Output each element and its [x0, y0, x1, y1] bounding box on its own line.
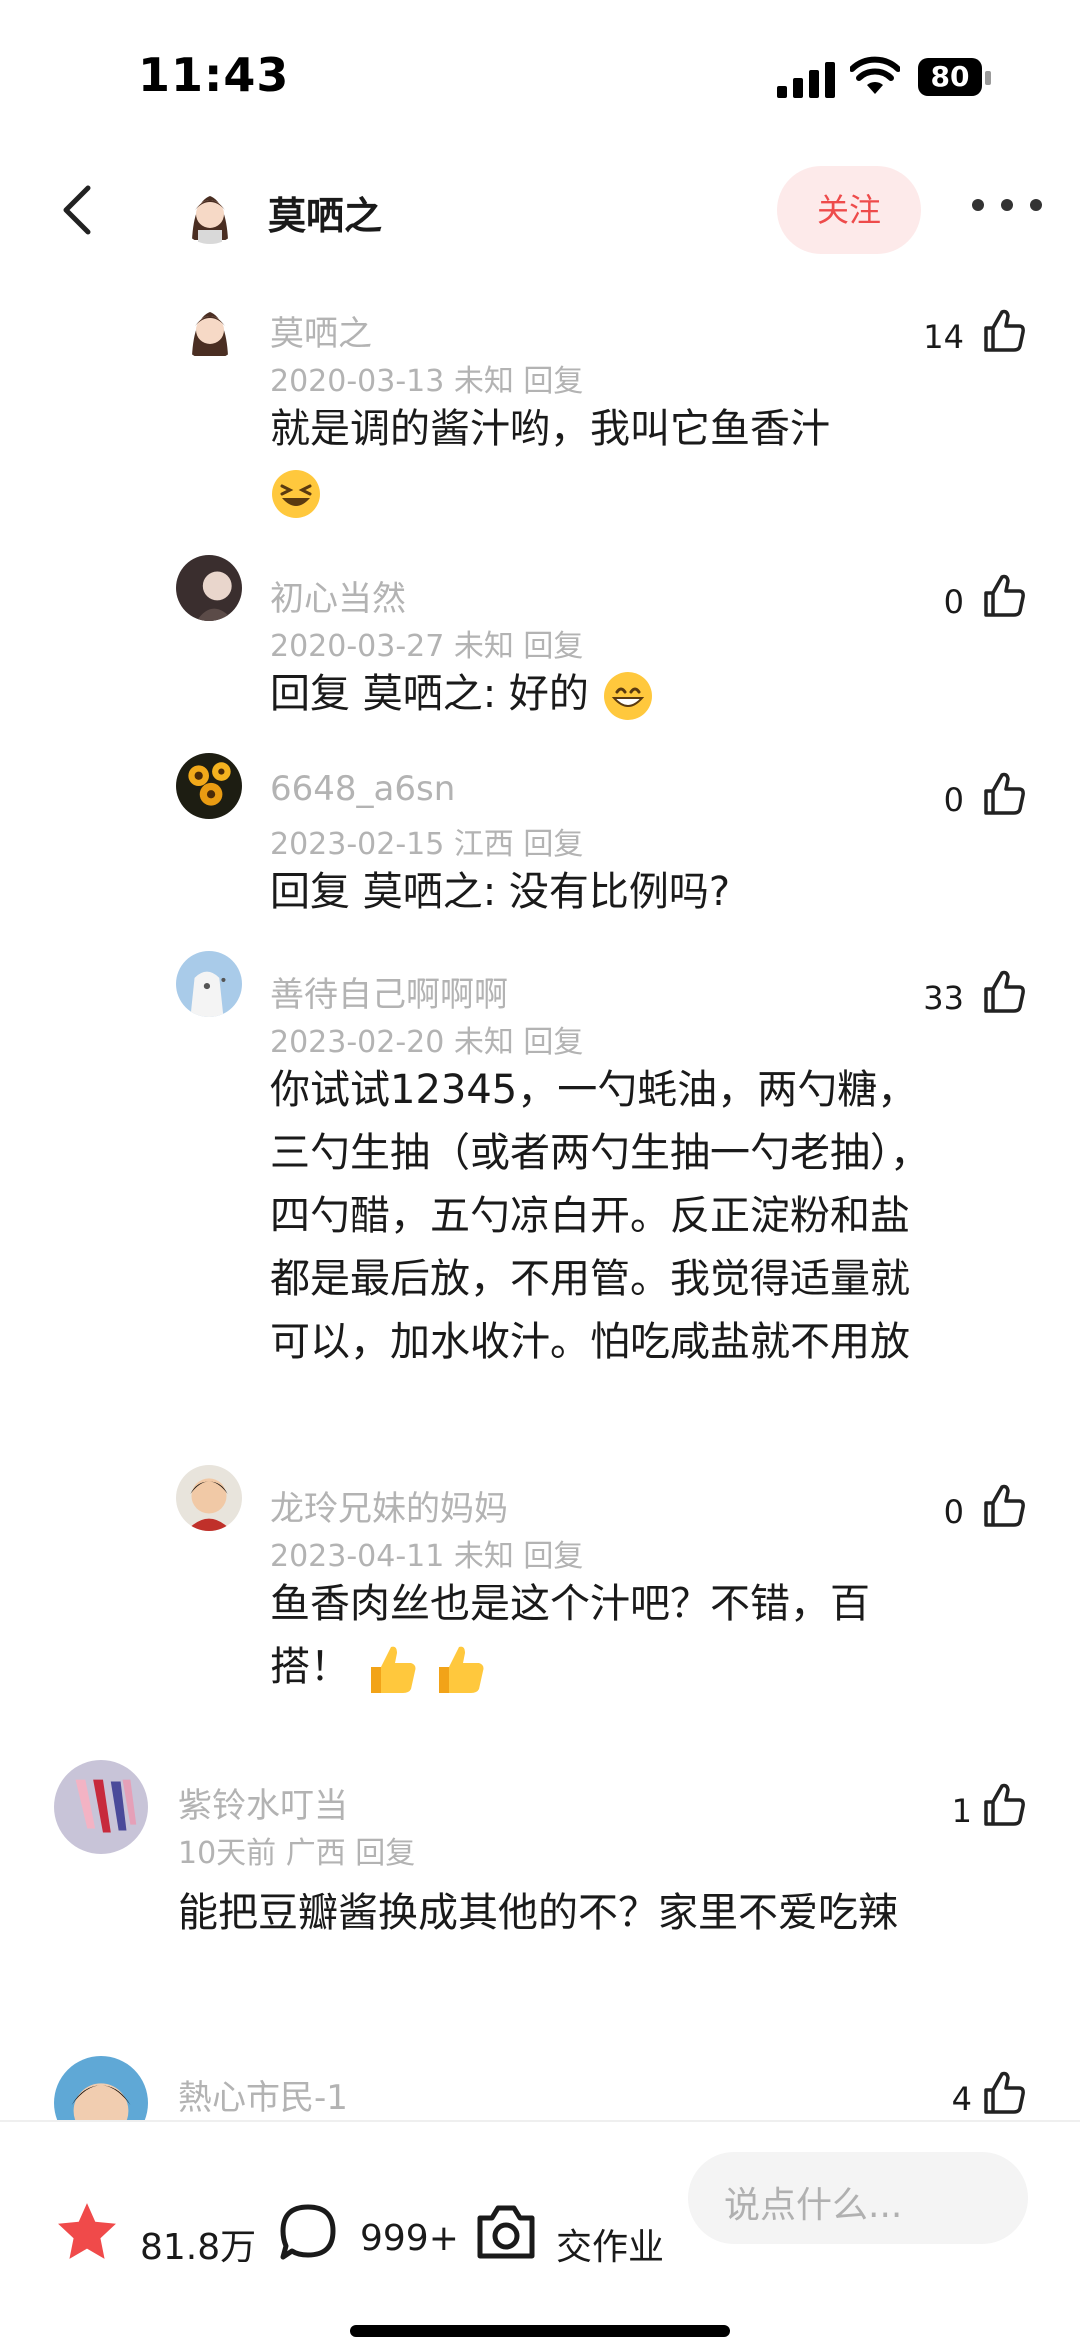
- like-icon[interactable]: [980, 1782, 1026, 1828]
- like-icon[interactable]: [980, 969, 1026, 1015]
- comments-button[interactable]: 999+: [278, 2160, 459, 2270]
- commenter-avatar[interactable]: [176, 1465, 242, 1531]
- homework-button[interactable]: 交作业: [474, 2160, 674, 2270]
- laughing-emoji-icon: [272, 470, 320, 518]
- comment-item: 熱心市民-1 4: [0, 2056, 1080, 2120]
- grinning-emoji-icon: [603, 672, 652, 720]
- comment-meta: 2020-03-13 未知 回复: [270, 364, 584, 399]
- bottom-action-bar: 81.8万 999+ 交作业 说点什么...: [0, 2120, 1080, 2343]
- commenter-name[interactable]: 紫铃水叮当: [178, 1778, 348, 1827]
- follow-button[interactable]: 关注: [777, 166, 921, 254]
- commenter-avatar[interactable]: [54, 2056, 148, 2120]
- thumbs-up-emoji-icon: [370, 1646, 416, 1693]
- comments-count: 999+: [360, 2218, 459, 2259]
- like-icon[interactable]: [980, 771, 1026, 817]
- comment-meta: 2023-02-15 江西 回复: [270, 827, 584, 862]
- commenter-avatar[interactable]: [176, 951, 242, 1017]
- comment-meta: 2023-02-20 未知 回复: [270, 1025, 584, 1060]
- comment-text-content: 鱼香肉丝也是这个汁吧？不错，百搭！: [270, 1581, 870, 1690]
- favorite-button[interactable]: 81.8万: [56, 2160, 266, 2270]
- battery-icon: 80: [918, 58, 982, 96]
- more-icon[interactable]: [972, 190, 1042, 220]
- comment-item: 紫铃水叮当 10天前 广西 回复 1 能把豆瓣酱换成其他的不？家里不爱吃辣: [0, 1760, 1080, 2000]
- commenter-name[interactable]: 初心当然: [270, 571, 406, 620]
- comment-item: 莫哂之 2020-03-13 未知 回复 14 就是调的酱汁哟，我叫它鱼香汁: [0, 290, 1080, 530]
- comment-text: 回复 莫哂之: 好的: [270, 663, 970, 726]
- commenter-avatar[interactable]: [178, 296, 242, 360]
- commenter-avatar[interactable]: [176, 753, 242, 819]
- like-count: 0: [943, 781, 964, 819]
- commenter-avatar[interactable]: [54, 1760, 148, 1854]
- like-icon[interactable]: [980, 573, 1026, 619]
- home-indicator: [350, 2325, 730, 2337]
- author-name[interactable]: 莫哂之: [268, 185, 382, 240]
- commenter-name[interactable]: 莫哂之: [270, 306, 372, 355]
- comment-meta: 10天前 广西 回复: [178, 1836, 416, 1871]
- star-icon: [58, 2203, 116, 2259]
- like-icon[interactable]: [980, 308, 1026, 354]
- comment-text: 回复 莫哂之: 没有比例吗?: [270, 869, 731, 915]
- comment-item: 初心当然 2020-03-27 未知 回复 0 回复 莫哂之: 好的: [0, 555, 1080, 735]
- like-count: 33: [923, 979, 964, 1017]
- comment-input-placeholder: 说点什么...: [724, 2185, 903, 2226]
- comment-text-content: 就是调的酱汁哟，我叫它鱼香汁: [270, 406, 830, 452]
- like-icon[interactable]: [980, 2070, 1026, 2116]
- comment-bubble-icon: [280, 2204, 336, 2260]
- comment-item: 6648_a6sn 2023-02-15 江西 回复 0 回复 莫哂之: 没有比…: [0, 753, 1080, 933]
- comment-meta: 2020-03-27 未知 回复: [270, 629, 584, 664]
- like-count: 4: [951, 2080, 972, 2118]
- comment-text-content: 回复 莫哂之: 好的: [270, 671, 589, 717]
- wifi-icon: [850, 56, 900, 94]
- like-icon[interactable]: [980, 1483, 1026, 1529]
- back-icon[interactable]: [50, 180, 110, 240]
- thumbs-up-emoji-icon: [439, 1646, 484, 1693]
- favorites-count: 81.8万: [140, 2227, 257, 2268]
- comment-input[interactable]: 说点什么...: [688, 2152, 1028, 2244]
- commenter-name[interactable]: 6648_a6sn: [270, 769, 455, 809]
- comment-text: 能把豆瓣酱换成其他的不？家里不爱吃辣: [178, 1890, 898, 1936]
- page-header: 莫哂之 关注: [0, 150, 1080, 270]
- comment-item: 龙玲兄妹的妈妈 2023-04-11 未知 回复 0 鱼香肉丝也是这个汁吧？不错…: [0, 1465, 1080, 1705]
- status-time: 11:43: [138, 48, 290, 102]
- like-count: 0: [943, 583, 964, 621]
- commenter-name[interactable]: 善待自己啊啊啊: [270, 967, 508, 1016]
- status-bar: 11:43 80: [0, 0, 1080, 150]
- signal-icon: [777, 60, 835, 98]
- commenter-name[interactable]: 龙玲兄妹的妈妈: [270, 1481, 508, 1530]
- comment-text: 你试试12345，一勺蚝油，两勺糖，三勺生抽（或者两勺生抽一勺老抽），四勺醋，五…: [270, 1067, 930, 1365]
- comment-text: 鱼香肉丝也是这个汁吧？不错，百搭！: [270, 1573, 935, 1699]
- commenter-name[interactable]: 熱心市民-1: [178, 2070, 348, 2119]
- comment-text: 就是调的酱汁哟，我叫它鱼香汁: [270, 398, 950, 524]
- commenter-avatar[interactable]: [176, 555, 242, 621]
- like-count: 1: [951, 1792, 972, 1830]
- comment-meta: 2023-04-11 未知 回复: [270, 1539, 584, 1574]
- battery-cap: [985, 71, 991, 85]
- author-avatar[interactable]: [178, 180, 242, 244]
- like-count: 0: [943, 1493, 964, 1531]
- camera-icon: [477, 2205, 535, 2259]
- like-count: 14: [923, 318, 964, 356]
- comment-item: 善待自己啊啊啊 2023-02-20 未知 回复 33 你试试12345，一勺蚝…: [0, 951, 1080, 1451]
- homework-label: 交作业: [556, 2227, 665, 2268]
